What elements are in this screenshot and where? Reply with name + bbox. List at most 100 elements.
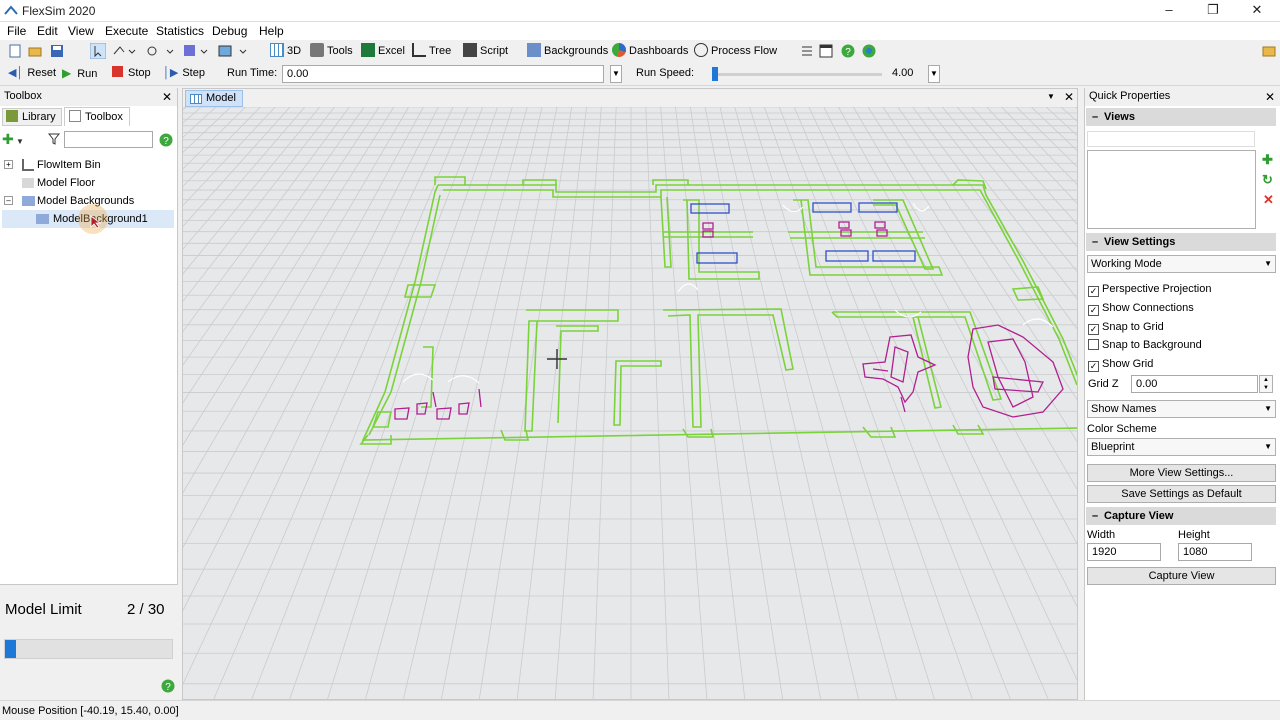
new-file-icon[interactable] [8,44,22,58]
toolbox-help-icon[interactable]: ? [159,133,173,147]
add-tool-button[interactable]: ✚ ▼ [2,130,34,148]
help-icon[interactable]: ? [841,44,855,58]
settings-tree-icon[interactable] [800,44,814,58]
capture-view-button[interactable]: Capture View [1087,567,1276,585]
excel-button[interactable]: Excel [361,43,405,59]
close-window-button[interactable]: ✕ [1234,0,1280,22]
menu-edit[interactable]: Edit [37,24,58,38]
floorplan-canvas[interactable] [183,107,1078,700]
add-view-icon[interactable]: ✚ [1262,152,1273,168]
toolbox-search-input[interactable] [64,131,153,148]
run-speed-slider-thumb[interactable] [712,67,718,81]
close-toolbox-icon[interactable]: ✕ [162,90,172,104]
view-dropdown-icon[interactable]: ▼ [1047,92,1055,101]
tab-model[interactable]: Model [185,90,243,107]
reset-button[interactable]: ◀│ Reset [8,65,56,81]
save-icon[interactable] [50,44,64,58]
refresh-view-icon[interactable]: ↻ [1262,172,1273,188]
step-button[interactable]: │▶ Step [163,65,205,81]
process-flow-button[interactable]: Process Flow [694,43,777,59]
collapse-icon[interactable]: – [4,196,13,205]
model-limit-value: 2 / 30 [127,601,165,618]
grid-line [882,107,1077,401]
capture-height-input[interactable]: 1080 [1178,543,1252,561]
color-picker-icon[interactable] [183,44,211,58]
model-view-icon [190,94,202,104]
select-pointer-icon[interactable] [90,43,106,59]
checkbox-box: ✓ [1088,305,1099,316]
views-section-header[interactable]: – Views [1086,108,1276,126]
tree-icon [412,43,426,57]
grid-line [183,107,350,333]
tree-button[interactable]: Tree [412,43,451,59]
play-icon: ▶ [62,66,72,80]
tools-button[interactable]: Tools [310,43,353,59]
close-view-icon[interactable]: ✕ [1064,90,1074,104]
reset-label: Reset [27,67,57,79]
views-list[interactable] [1087,150,1256,229]
script-button[interactable]: Script [463,43,508,59]
close-quick-properties-icon[interactable]: ✕ [1265,90,1275,104]
grid-z-spinner[interactable]: ▲ ▼ [1259,375,1273,393]
menu-file[interactable]: File [7,24,26,38]
snap-to-grid-checkbox[interactable]: ✓ Snap to Grid [1088,320,1164,335]
menu-execute[interactable]: Execute [105,24,148,38]
view-settings-section-header[interactable]: – View Settings [1086,233,1276,251]
checkbox-label: Perspective Projection [1102,283,1212,295]
model-limit-help-icon[interactable]: ? [161,679,175,693]
tab-model-label: Model [206,92,236,104]
open-panel-icon[interactable] [1262,44,1276,58]
color-scheme-select[interactable]: Blueprint ▼ [1087,438,1276,456]
menu-help[interactable]: Help [259,24,284,38]
3d-view-button[interactable]: 3D [270,43,301,59]
dashboards-button[interactable]: Dashboards [612,43,688,59]
view-options-icon[interactable] [218,44,248,58]
run-time-dropdown[interactable]: ▼ [610,65,622,83]
tab-toolbox[interactable]: Toolbox [64,107,130,126]
minimize-button[interactable]: – [1146,0,1192,22]
perspective-projection-checkbox[interactable]: ✓ Perspective Projection [1088,282,1211,297]
tree-item-model-background1[interactable]: ModelBackground1 [2,204,174,234]
stop-button[interactable]: Stop [112,65,151,81]
grid-z-input[interactable]: 0.00 [1131,375,1258,393]
menu-debug[interactable]: Debug [212,24,247,38]
connect-mode-icon[interactable] [112,44,136,58]
grid-line [365,107,528,699]
view-name-input[interactable] [1087,131,1255,147]
capture-view-section-header[interactable]: – Capture View [1086,507,1276,525]
menu-statistics[interactable]: Statistics [156,24,204,38]
grid-line [675,107,746,699]
save-settings-default-button[interactable]: Save Settings as Default [1087,485,1276,503]
show-grid-checkbox[interactable]: ✓ Show Grid [1088,357,1153,372]
model-limit-progress-track [4,639,173,659]
run-button[interactable]: ▶ Run [62,65,97,81]
working-mode-select[interactable]: Working Mode ▼ [1087,255,1276,273]
excel-icon [361,43,375,57]
delete-view-icon[interactable]: ✕ [1263,192,1274,208]
tree-label: Model Floor [37,177,96,189]
filter-icon[interactable] [48,133,60,145]
run-speed-dropdown[interactable]: ▼ [928,65,940,83]
model-3d-view[interactable]: Model ▼ ✕ [182,88,1078,700]
grid-z-label: Grid Z [1088,378,1119,390]
maximize-button[interactable]: ❐ [1190,0,1236,22]
more-view-settings-button[interactable]: More View Settings... [1087,464,1276,482]
menu-view[interactable]: View [68,24,94,38]
capture-width-input[interactable]: 1920 [1087,543,1161,561]
svg-text:?: ? [163,136,169,147]
grid-line [1016,107,1077,168]
run-time-field[interactable]: 0.00 [282,65,604,83]
window-layout-icon[interactable] [819,44,833,58]
expand-icon[interactable]: + [4,160,13,169]
tab-library[interactable]: Library [2,108,62,126]
online-globe-icon[interactable] [862,44,876,58]
width-label: Width [1087,529,1116,541]
snap-to-background-checkbox[interactable]: Snap to Background [1088,338,1202,352]
grid-line [592,107,617,699]
backgrounds-button[interactable]: Backgrounds [527,43,608,59]
show-connections-checkbox[interactable]: ✓ Show Connections [1088,301,1194,316]
open-folder-icon[interactable] [28,44,42,58]
grid-line [183,107,306,250]
create-objects-icon[interactable] [146,44,174,58]
show-names-select[interactable]: Show Names ▼ [1087,400,1276,418]
